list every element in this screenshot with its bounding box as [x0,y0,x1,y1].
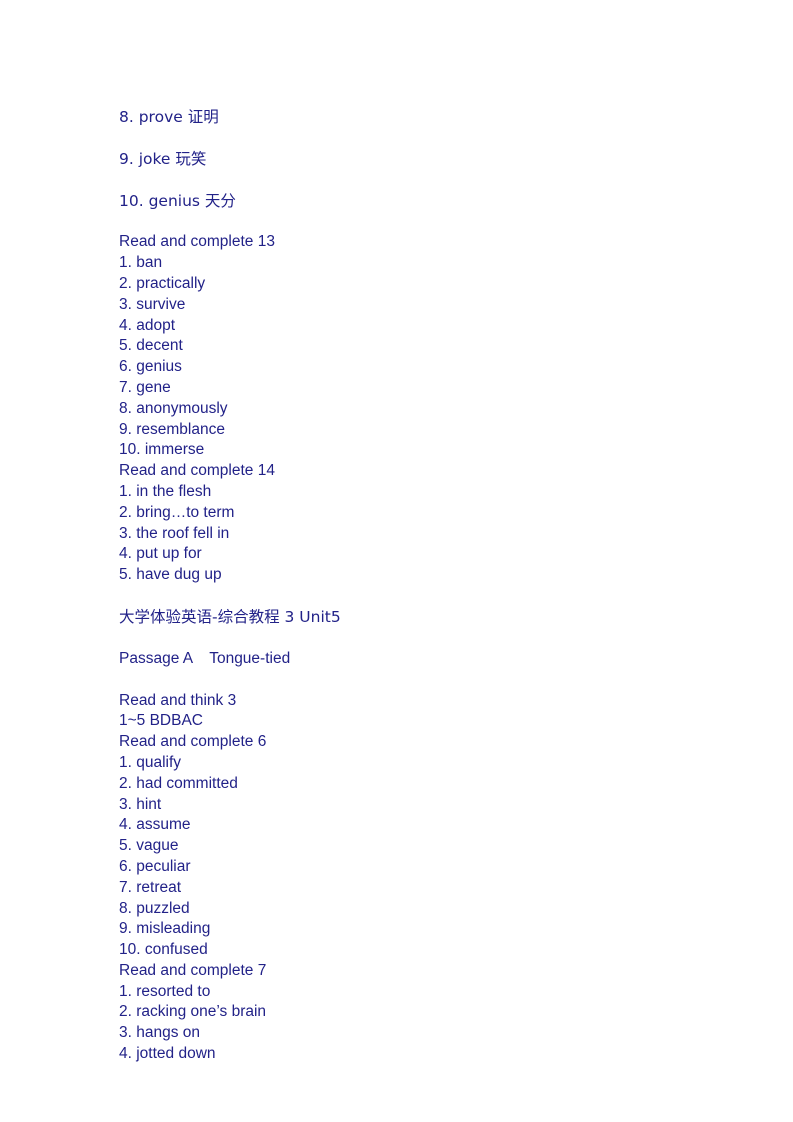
section-heading: Read and complete 13 [119,233,275,251]
section-heading: Read and complete 7 [119,961,267,979]
answer-item: 2. racking one’s brain [119,1003,267,1021]
answer-item: 6. peculiar [119,857,191,875]
section-heading: Read and think 3 [119,691,237,709]
section-read-and-complete-7: Read and complete 7 1. resorted to 2. ra… [119,961,679,1065]
answer-item: 10. immerse [119,441,205,459]
course-title: 大学体验英语-综合教程 3 Unit5 [119,607,341,626]
answer-item: 3. hangs on [119,1024,201,1042]
document-body: 8. prove 证明 9. joke 玩笑 10. genius 天分 Rea… [119,107,679,1065]
answer-item: 2. bring…to term [119,503,235,521]
answer-item: 7. gene [119,378,171,396]
answer-item: 5. decent [119,337,183,355]
answer-item: 3. hint [119,795,162,813]
section-heading: Read and complete 6 [119,733,267,751]
section-read-and-think-3: Read and think 3 1~5 BDBAC [119,691,679,733]
answer-item: 1. in the flesh [119,482,212,500]
answer-item: 9. resemblance [119,420,225,438]
answer-item: 5. have dug up [119,566,222,584]
answer-item: 8. anonymously [119,399,228,417]
answer-item: 4. jotted down [119,1045,216,1063]
answer-item: 1. qualify [119,753,182,771]
answer-item: 1. ban [119,254,163,272]
vocabulary-gloss-8: 8. prove 证明 [119,108,219,126]
section-read-and-complete-6: Read and complete 6 1. qualify 2. had co… [119,732,679,961]
section-heading: Read and complete 14 [119,462,275,480]
answer-item: 3. survive [119,295,186,313]
section-read-and-complete-14: Read and complete 14 1. in the flesh 2. … [119,461,679,586]
answer-item: 5. vague [119,837,179,855]
course-title-wrapper: 大学体验英语-综合教程 3 Unit5 [119,607,679,628]
vocabulary-gloss-9: 9. joke 玩笑 [119,149,207,168]
answer-item: 1~5 BDBAC [119,712,204,730]
section-read-and-complete-13: Read and complete 13 1. ban 2. practical… [119,232,679,461]
passage-label: Passage A Tongue-tied [119,649,291,667]
answer-item: 8. puzzled [119,899,190,917]
answer-item: 3. the roof fell in [119,524,230,542]
vocabulary-gloss-10: 10. genius 天分 [119,191,236,210]
answer-item: 4. adopt [119,316,176,334]
answer-item: 6. genius [119,358,182,376]
answer-item: 2. practically [119,274,206,292]
answer-item: 2. had committed [119,774,238,792]
answer-item: 4. assume [119,816,191,834]
answer-item: 10. confused [119,941,208,959]
document-page: 8. prove 证明 9. joke 玩笑 10. genius 天分 Rea… [0,0,793,1122]
answer-item: 7. retreat [119,878,182,896]
answer-item: 9. misleading [119,920,211,938]
answer-item: 4. put up for [119,545,202,563]
answer-item: 1. resorted to [119,982,211,1000]
